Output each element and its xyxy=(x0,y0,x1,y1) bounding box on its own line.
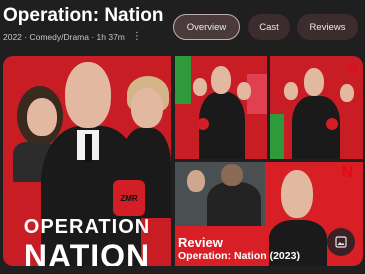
armband xyxy=(326,118,338,130)
netflix-logo-icon: N xyxy=(348,62,357,76)
man-back xyxy=(207,182,261,226)
tab-overview[interactable]: Overview xyxy=(173,14,240,40)
image-button[interactable] xyxy=(327,228,355,256)
green-panel xyxy=(175,56,191,104)
poster-title-line2: NATION xyxy=(23,238,151,266)
tab-reviews-label: Reviews xyxy=(309,21,346,33)
woman-face xyxy=(27,98,57,136)
tab-overview-label: Overview xyxy=(186,21,227,33)
man-face xyxy=(211,66,231,94)
boy-face xyxy=(340,84,354,102)
review-label: Review xyxy=(178,235,223,250)
armband-text: ZMR xyxy=(120,193,138,203)
man-tie xyxy=(85,134,92,162)
man-face xyxy=(65,62,111,128)
man-face xyxy=(281,170,313,218)
movie-meta: 2022 · Comedy/Drama · 1h 37m ⋮ xyxy=(3,31,142,42)
still-image-2[interactable]: N xyxy=(270,56,363,159)
armband xyxy=(197,118,209,130)
woman-face xyxy=(284,82,298,100)
tab-reviews[interactable]: Reviews xyxy=(297,14,358,40)
boy-face xyxy=(237,82,251,100)
more-options-icon[interactable]: ⋮ xyxy=(132,31,142,42)
image-icon xyxy=(335,236,347,248)
green-panel xyxy=(270,114,284,159)
tab-cast-label: Cast xyxy=(259,21,279,33)
page-title: Operation: Nation xyxy=(3,5,164,26)
review-card[interactable]: N Review Operation: Nation (2023) xyxy=(175,162,363,266)
tab-cast[interactable]: Cast xyxy=(248,14,290,40)
woman-face xyxy=(187,170,205,192)
netflix-logo-icon: N xyxy=(341,164,353,181)
armband: ZMR xyxy=(113,180,145,216)
poster-image[interactable]: ZMR OPERATION NATION xyxy=(3,56,171,266)
man-face xyxy=(304,68,324,96)
still-image-1[interactable] xyxy=(175,56,267,159)
man-head xyxy=(221,164,243,186)
poster-title-line1: OPERATION xyxy=(23,216,151,238)
review-subtitle: Operation: Nation (2023) xyxy=(178,250,300,262)
meta-text: 2022 · Comedy/Drama · 1h 37m xyxy=(3,31,125,42)
woman-face xyxy=(193,78,207,96)
knowledge-panel: Operation: Nation 2022 · Comedy/Drama · … xyxy=(0,0,365,274)
boy-face xyxy=(131,88,163,128)
